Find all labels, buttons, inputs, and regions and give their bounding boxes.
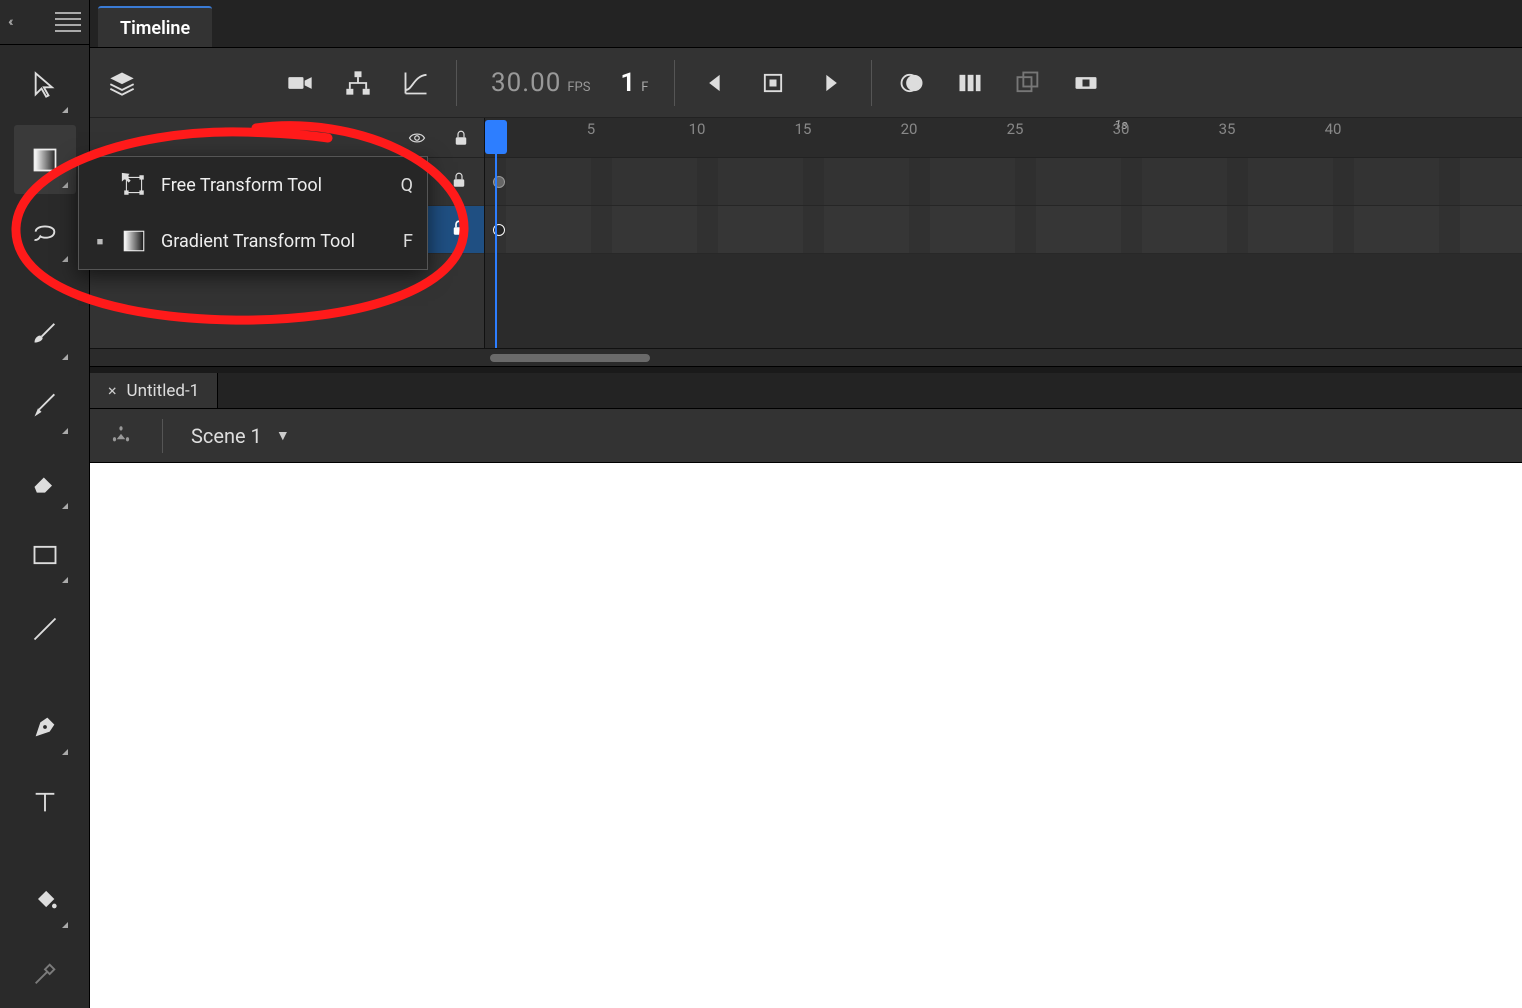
track-row[interactable] xyxy=(485,206,1522,254)
panel-menu-icon[interactable] xyxy=(55,12,81,32)
line-tool[interactable] xyxy=(14,595,76,663)
text-tool[interactable] xyxy=(14,767,76,835)
marker-icon[interactable] xyxy=(1072,69,1100,97)
fps-label: FPS xyxy=(567,80,590,95)
keyframe-icon[interactable] xyxy=(493,176,505,188)
flyout-item-shortcut: Q xyxy=(395,175,413,196)
frame-value: 1 xyxy=(620,68,635,98)
pen-tool[interactable] xyxy=(14,693,76,761)
eraser-icon xyxy=(31,467,59,495)
onion-skin-icon[interactable] xyxy=(898,69,926,97)
prev-keyframe-icon[interactable] xyxy=(701,69,729,97)
gradient-square-icon xyxy=(31,146,59,174)
lasso-icon xyxy=(31,220,59,248)
pen-nib-icon xyxy=(31,713,59,741)
free-transform-icon xyxy=(121,172,147,198)
document-tab-name: Untitled-1 xyxy=(127,381,200,401)
collapse-panel-icon[interactable]: ‹‹ xyxy=(8,14,10,30)
brush-tool[interactable] xyxy=(14,298,76,366)
flyout-item-gradient-transform[interactable]: ■ Gradient Transform Tool F xyxy=(79,213,427,269)
flyout-item-label: Gradient Transform Tool xyxy=(161,231,381,252)
close-icon[interactable]: × xyxy=(108,381,117,400)
document-tab[interactable]: × Untitled-1 xyxy=(90,373,218,408)
edit-scene-icon[interactable] xyxy=(108,422,134,450)
text-icon xyxy=(31,788,59,816)
line-icon xyxy=(31,615,59,643)
keyframe-icon[interactable] xyxy=(493,224,505,236)
frame-label: F xyxy=(641,80,648,95)
edit-multiple-frames-icon[interactable] xyxy=(1014,69,1042,97)
tool-flyout-menu: Free Transform Tool Q ■ Gradient Transfo… xyxy=(78,156,428,270)
eyedropper-icon xyxy=(31,960,59,988)
stage-canvas[interactable] xyxy=(90,463,1522,1008)
main-area: Timeline xyxy=(90,0,1522,1008)
current-indicator: ■ xyxy=(93,235,107,248)
flyout-item-free-transform[interactable]: Free Transform Tool Q xyxy=(79,157,427,213)
paint-bucket-tool[interactable] xyxy=(14,865,76,933)
selection-tool[interactable] xyxy=(14,51,76,119)
visibility-column-icon[interactable] xyxy=(408,124,426,152)
track-row[interactable] xyxy=(485,158,1522,206)
layers-stack-icon[interactable] xyxy=(108,69,136,97)
paint-bucket-icon xyxy=(31,885,59,913)
thin-brush-icon xyxy=(31,392,59,420)
scene-name-label: Scene 1 xyxy=(191,424,262,448)
flyout-item-shortcut: F xyxy=(395,231,413,252)
frame-view-icon[interactable] xyxy=(956,69,984,97)
timeline-scrollbar[interactable] xyxy=(90,348,1522,366)
lock-column-icon[interactable] xyxy=(452,124,470,152)
paintbrush-icon xyxy=(31,318,59,346)
gradient-transform-icon xyxy=(121,228,147,254)
flyout-item-label: Free Transform Tool xyxy=(161,175,381,196)
layer-parenting-icon[interactable] xyxy=(344,69,372,97)
timeline-tracks[interactable]: 1s 5 10 15 20 25 30 35 40 xyxy=(485,118,1522,348)
camera-icon[interactable] xyxy=(286,69,314,97)
eraser-tool[interactable] xyxy=(14,446,76,514)
lock-icon[interactable] xyxy=(450,171,470,193)
rectangle-icon xyxy=(31,541,59,569)
timeline-ruler[interactable]: 1s 5 10 15 20 25 30 35 40 xyxy=(485,118,1522,158)
pencil-brush-tool[interactable] xyxy=(14,372,76,440)
rectangle-tool[interactable] xyxy=(14,521,76,589)
lasso-tool[interactable] xyxy=(14,200,76,268)
scene-selector[interactable]: Scene 1 ▼ xyxy=(191,424,290,448)
graph-editor-icon[interactable] xyxy=(402,69,430,97)
tool-panel: ‹‹ xyxy=(0,0,90,1008)
chevron-down-icon: ▼ xyxy=(276,427,290,444)
fps-display[interactable]: 30.00 FPS xyxy=(491,68,590,98)
lock-icon[interactable] xyxy=(450,219,470,241)
next-keyframe-icon[interactable] xyxy=(817,69,845,97)
timeline-toolbar: 30.00 FPS 1 F xyxy=(90,48,1522,118)
eyedropper-tool[interactable] xyxy=(14,940,76,1008)
free-transform-tool[interactable] xyxy=(14,125,76,193)
arrow-cursor-icon xyxy=(31,71,59,99)
scrollbar-thumb[interactable] xyxy=(490,354,650,362)
stop-icon[interactable] xyxy=(759,69,787,97)
fps-value: 30.00 xyxy=(491,68,561,98)
timeline-panel-tab[interactable]: Timeline xyxy=(98,6,212,47)
current-frame-display[interactable]: 1 F xyxy=(620,68,648,98)
